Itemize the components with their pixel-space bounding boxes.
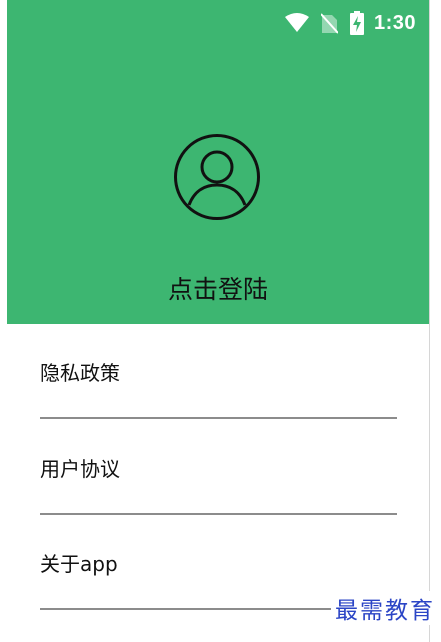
watermark: 最需教育	[331, 591, 435, 625]
menu-item-label: 关于app	[40, 552, 118, 576]
user-circle-icon[interactable]	[173, 133, 261, 221]
menu-item-label: 隐私政策	[40, 361, 120, 385]
login-button[interactable]: 点击登陆	[7, 272, 429, 308]
battery-charging-icon	[349, 11, 364, 35]
wifi-icon	[284, 13, 309, 32]
status-icons: 1:30	[284, 10, 416, 36]
status-bar: 1:30	[7, 0, 429, 46]
no-sim-icon	[320, 13, 338, 34]
profile-header: 1:30 点击登陆	[7, 0, 429, 324]
menu-item-privacy-policy[interactable]: 隐私政策	[40, 324, 397, 419]
menu-item-label: 用户协议	[40, 457, 120, 481]
divider	[40, 417, 397, 419]
app-screen: 1:30 点击登陆 隐私政策 用户协议 关于app	[7, 0, 430, 642]
status-time: 1:30	[373, 11, 416, 34]
menu-item-user-agreement[interactable]: 用户协议	[40, 420, 397, 515]
